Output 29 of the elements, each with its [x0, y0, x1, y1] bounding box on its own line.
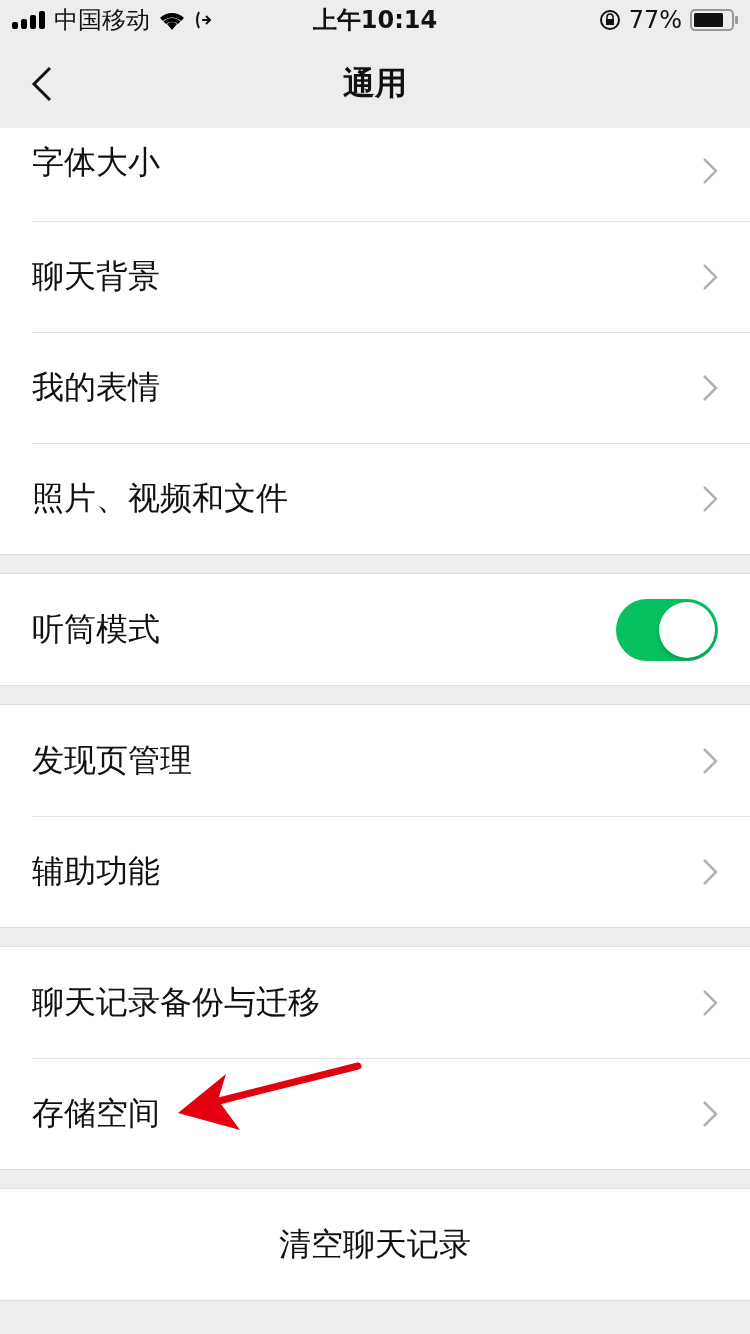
settings-item[interactable]: 我的表情: [0, 332, 750, 443]
settings-item[interactable]: 照片、视频和文件: [0, 443, 750, 554]
chevron-icon: [702, 484, 718, 513]
toggle-switch[interactable]: [616, 598, 718, 661]
chevron-icon: [702, 857, 718, 886]
settings-item[interactable]: 存储空间: [0, 1058, 750, 1169]
settings-item[interactable]: 听筒模式: [0, 574, 750, 685]
clear-button[interactable]: 清空聊天记录: [0, 1189, 750, 1300]
call-forward-icon: [194, 10, 212, 30]
chevron-icon: [702, 157, 718, 185]
back-icon[interactable]: [30, 66, 54, 102]
wifi-icon: [158, 10, 186, 30]
settings-item[interactable]: 字体大小: [0, 128, 750, 221]
carrier-name: 中国移动: [54, 5, 150, 36]
chevron-icon: [702, 373, 718, 402]
settings-item[interactable]: 聊天记录备份与迁移: [0, 947, 750, 1058]
battery-icon: [690, 9, 738, 31]
chevron-icon: [702, 1099, 718, 1128]
page-title: 通用: [343, 63, 407, 104]
signal-icon: [12, 11, 46, 29]
settings-item[interactable]: 发现页管理: [0, 705, 750, 816]
chevron-icon: [702, 262, 718, 291]
status-time: 上午10:14: [312, 5, 438, 36]
chevron-icon: [702, 988, 718, 1017]
settings-item[interactable]: 辅助功能: [0, 816, 750, 927]
chevron-icon: [702, 746, 718, 775]
settings-item[interactable]: 聊天背景: [0, 221, 750, 332]
rotation-lock-icon: [598, 9, 621, 31]
battery-percent: 77%: [628, 6, 682, 34]
